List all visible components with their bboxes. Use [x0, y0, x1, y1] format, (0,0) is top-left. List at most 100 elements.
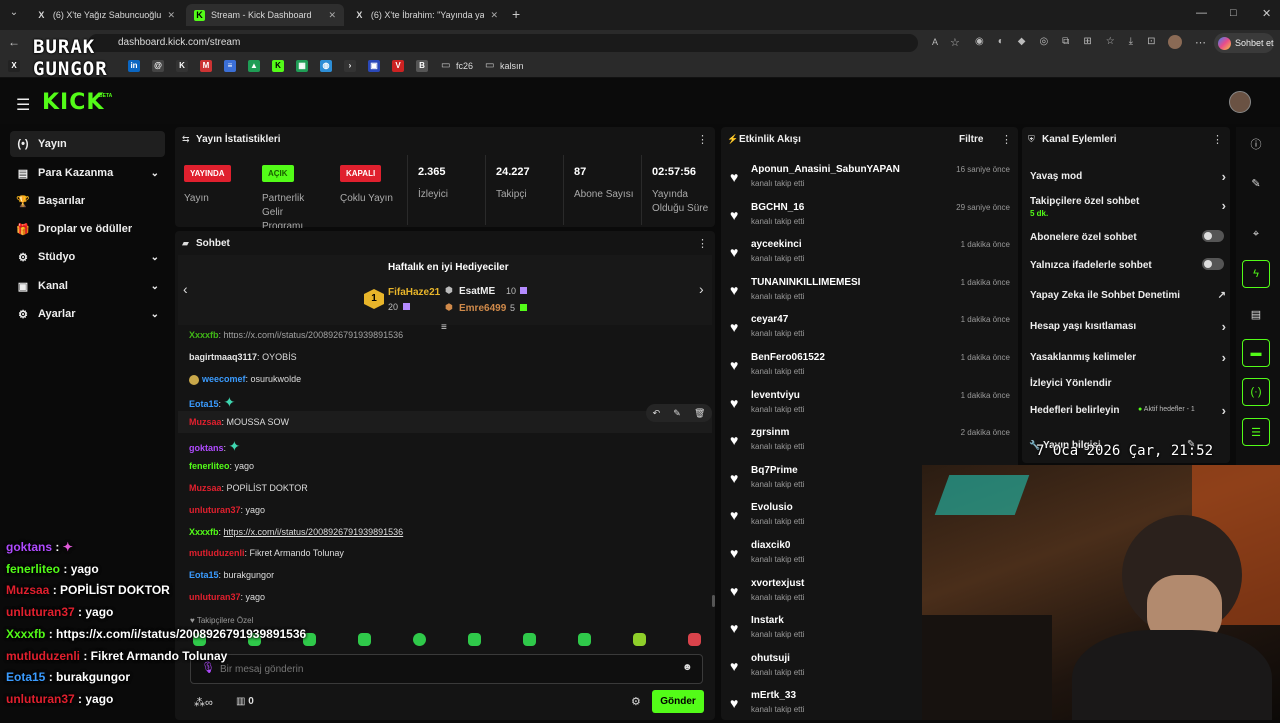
banned-words-action[interactable]: Yasaklanmış kelimeler ›	[1030, 350, 1226, 365]
url-field[interactable]: dashboard.kick.com/stream	[88, 34, 918, 52]
new-tab-icon[interactable]: +	[512, 6, 520, 22]
event-item[interactable]: ♥ Aponun_Anasini_SabunYAPAN kanalı takip e…	[728, 161, 1014, 197]
followers-only-action[interactable]: Takipçilere özel sohbet ›	[1030, 196, 1226, 213]
event-username[interactable]: xvortexjust	[751, 578, 804, 589]
minimize-icon[interactable]: —	[1196, 7, 1207, 19]
filter-button[interactable]: Filtre	[959, 134, 983, 145]
emote-icon[interactable]	[413, 633, 426, 646]
crosshair-icon[interactable]: ⌖	[1242, 220, 1270, 248]
read-aloud-icon[interactable]: A	[932, 37, 938, 47]
broadcast-rail-icon[interactable]: (·)	[1242, 378, 1270, 406]
emoji-icon[interactable]: ☻	[682, 662, 693, 673]
chat-username[interactable]: Eota15	[189, 570, 219, 580]
collapse-icon[interactable]: ≡	[441, 322, 447, 333]
goals-action[interactable]: Hedefleri belirleyin ›	[1030, 403, 1226, 418]
back-icon[interactable]: ←	[8, 35, 20, 49]
chat-link[interactable]: https://x.com/i/status/20089267919398915…	[224, 527, 404, 537]
chat-username[interactable]: Xxxxfb	[189, 330, 219, 338]
copilot-button[interactable]: Sohbet et	[1214, 33, 1274, 53]
sheets-bookmark-icon[interactable]: ▦	[296, 60, 308, 72]
event-username[interactable]: zgrsinm	[751, 427, 789, 438]
chat-rail-icon[interactable]: ▬	[1242, 339, 1270, 367]
chat-username[interactable]: unluturan37	[189, 505, 241, 515]
bookmark-folder-fc26[interactable]: fc26	[456, 61, 473, 71]
event-item[interactable]: ♥ TUNANINKILLIMEMESI kanalı takip etti 1 da…	[728, 274, 1014, 310]
shield-bookmark-icon[interactable]: ▣	[368, 60, 380, 72]
slow-mode-action[interactable]: Yavaş mod ›	[1030, 169, 1226, 184]
emote-icon[interactable]	[633, 633, 646, 646]
chat-input[interactable]	[220, 660, 660, 678]
event-item[interactable]: ♥ zgrsinm kanalı takip etti 2 dakika önce	[728, 424, 1014, 460]
chat-username[interactable]: goktans	[189, 443, 224, 453]
event-item[interactable]: ♥ BenFero061522 kanalı takip etti 1 dakika …	[728, 349, 1014, 385]
chat-username[interactable]: weecomef	[202, 374, 246, 384]
event-username[interactable]: ceyar47	[751, 314, 788, 325]
event-username[interactable]: diaxcik0	[751, 540, 790, 551]
tab-2[interactable]: K Stream - Kick Dashboard ✕	[186, 4, 344, 26]
close-icon[interactable]: ✕	[161, 10, 175, 21]
sidebar-item-kanal[interactable]: ▣ Kanal ⌄	[10, 273, 165, 299]
event-username[interactable]: BenFero061522	[751, 352, 825, 363]
sidebar-item-para-kazanma[interactable]: ▤ Para Kazanma ⌄	[10, 160, 165, 186]
event-item[interactable]: ♥ BGCHN_16 kanalı takip etti 29 saniye önce	[728, 199, 1014, 235]
maximize-icon[interactable]: □	[1230, 7, 1237, 19]
event-username[interactable]: ohutsuji	[751, 653, 790, 664]
gift-indicator[interactable]: ▥ 0	[236, 696, 254, 707]
more-menu-icon[interactable]: ⋯	[1195, 36, 1206, 49]
ai-moderation-action[interactable]: Yapay Zeka ile Sohbet Denetimi ↗	[1030, 290, 1226, 301]
document-icon[interactable]: ▤	[1242, 300, 1270, 328]
tab-3[interactable]: X (6) X'te İbrahim: "Yayında yaptığım...…	[346, 4, 506, 26]
server-rail-icon[interactable]: ☰	[1242, 418, 1270, 446]
event-username[interactable]: Bq7Prime	[751, 465, 798, 476]
sidebar-item-studyo[interactable]: ⚙ Stüdyo ⌄	[10, 244, 165, 270]
stats-menu-icon[interactable]: ⋮	[697, 133, 708, 146]
globe-bookmark-icon[interactable]: ◍	[320, 60, 332, 72]
tab-1[interactable]: X (6) X'te Yağız Sabuncuoğlu: "🤠🚀... ✕	[28, 4, 183, 26]
subscribers-only-toggle[interactable]	[1202, 230, 1224, 242]
close-window-icon[interactable]: ✕	[1262, 7, 1271, 20]
sidebar-item-ayarlar[interactable]: ⚙ Ayarlar ⌄	[10, 301, 165, 327]
bookmark-folder-kalsin[interactable]: kalsın	[500, 61, 524, 71]
chevron-right-icon[interactable]: ›	[699, 281, 704, 297]
chat-username[interactable]: bagirtmaaq3117	[189, 352, 257, 362]
event-username[interactable]: Aponun_Anasini_SabunYAPAN	[751, 164, 900, 175]
chat-username[interactable]: Xxxxfb	[189, 527, 219, 537]
arrow-bookmark-icon[interactable]: ›	[344, 60, 356, 72]
account-age-action[interactable]: Hesap yaşı kısıtlaması ›	[1030, 319, 1226, 334]
emote-icon[interactable]	[523, 633, 536, 646]
pencil-icon[interactable]: ✎	[1242, 169, 1270, 197]
kick-green-bookmark-icon[interactable]: K	[272, 60, 284, 72]
v-bookmark-icon[interactable]: V	[392, 60, 404, 72]
emote-icon[interactable]	[358, 633, 371, 646]
x-bookmark-icon[interactable]: X	[8, 60, 20, 72]
event-username[interactable]: ayceekinci	[751, 239, 802, 250]
lightning-rail-icon[interactable]: ϟ	[1242, 260, 1270, 288]
chat-username[interactable]: unluturan37	[189, 592, 241, 602]
profile-avatar[interactable]	[1168, 35, 1182, 49]
tab-list-icon[interactable]: ⌄	[6, 7, 22, 23]
emote-icon[interactable]	[468, 633, 481, 646]
points-indicator[interactable]: ⁂∞	[194, 696, 213, 709]
sidebar-item-basarilar[interactable]: 🏆 Başarılar	[10, 188, 165, 214]
emotes-only-toggle[interactable]	[1202, 258, 1224, 270]
event-item[interactable]: ♥ leventviyu kanalı takip etti 1 dakika önc…	[728, 387, 1014, 423]
linkedin-bookmark-icon[interactable]: in	[128, 60, 140, 72]
info-icon[interactable]: ⓘ	[1242, 130, 1270, 158]
chat-username[interactable]: fenerliteo	[189, 461, 230, 471]
chat-username[interactable]: Muzsaa	[189, 483, 222, 493]
delete-icon[interactable]: 🗑	[694, 408, 705, 419]
drive-bookmark-icon[interactable]: ▲	[248, 60, 260, 72]
event-item[interactable]: ♥ ceyar47 kanalı takip etti 1 dakika önce	[728, 311, 1014, 347]
chat-link[interactable]: https://x.com/i/status/20089267919398915…	[224, 330, 404, 338]
favorite-star-icon[interactable]: ☆	[950, 36, 960, 49]
chat-username[interactable]: mutluduzenli	[189, 548, 245, 558]
emote-icon[interactable]	[578, 633, 591, 646]
b-bookmark-icon[interactable]: B	[416, 60, 428, 72]
docs-bookmark-icon[interactable]: ≡	[224, 60, 236, 72]
event-username[interactable]: Evolusio	[751, 502, 793, 513]
kick-logo[interactable]: KICK	[42, 90, 104, 115]
gmail-bookmark-icon[interactable]: M	[200, 60, 212, 72]
sidebar-item-yayin[interactable]: (•) Yayın	[10, 131, 165, 157]
channel-actions-menu-icon[interactable]: ⋮	[1212, 133, 1223, 146]
chat-settings-icon[interactable]: ⚙	[631, 695, 641, 708]
